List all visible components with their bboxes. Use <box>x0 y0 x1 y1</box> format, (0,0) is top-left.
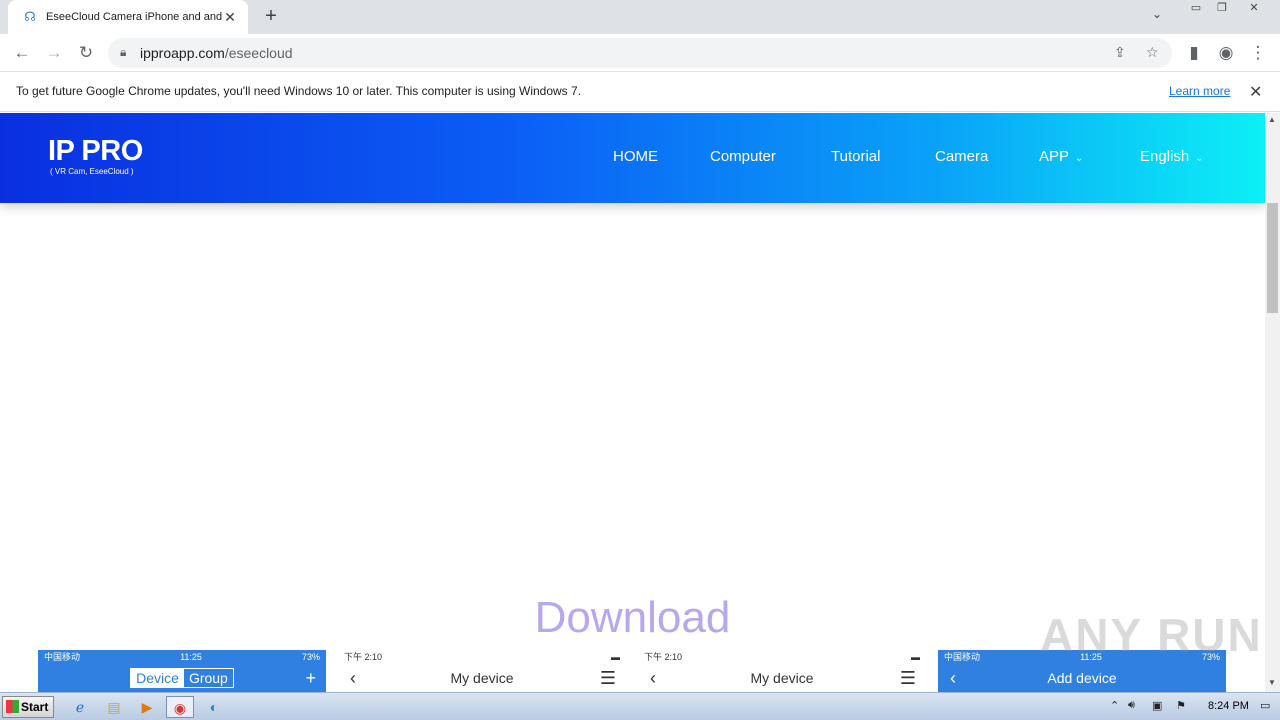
url-host: ipproapp.com <box>140 45 225 61</box>
page-viewport: IP PRO ( VR Cam, EseeCloud ) HOME Comput… <box>0 113 1265 692</box>
carrier-label: 中国移动 <box>44 652 81 662</box>
windows-logo-icon <box>6 700 19 713</box>
page-scrollbar[interactable]: ▲ ▼ <box>1265 113 1280 692</box>
hamburger-menu-icon: ☰ <box>599 668 616 688</box>
tab-strip: ☊ EseeCloud Camera iPhone and android ✕ … <box>0 0 1280 34</box>
nav-computer[interactable]: Computer <box>710 148 776 165</box>
device-tab-label: Device <box>131 669 184 687</box>
scroll-up-arrow-icon[interactable]: ▲ <box>1268 115 1276 124</box>
menu-kebab-icon[interactable]: ⋮ <box>1246 42 1270 64</box>
url-text[interactable]: ipproapp.com/eseecloud <box>140 45 293 61</box>
nav-app-label: APP <box>1039 148 1070 165</box>
plus-icon: + <box>305 668 316 688</box>
nav-camera[interactable]: Camera <box>935 148 988 165</box>
bookmark-star-icon[interactable]: ☆ <box>1146 44 1159 61</box>
profile-avatar-icon[interactable]: ◉ <box>1214 42 1238 64</box>
carrier-label: 中国移动 <box>944 652 981 662</box>
nav-tutorial[interactable]: Tutorial <box>831 148 880 165</box>
device-group-toggle: Device Group <box>130 668 234 688</box>
share-icon[interactable]: ⇪ <box>1114 44 1126 61</box>
close-window-button[interactable]: ✕ <box>1241 0 1267 18</box>
scrollbar-thumb[interactable] <box>1267 203 1278 313</box>
phone-nav-bar: ‹ Add device <box>938 664 1226 692</box>
browser-toolbar: ← → ↻ 🔒︎ ipproapp.com/eseecloud ⇪ ☆ ▮ ◉ … <box>0 34 1280 72</box>
close-tab-icon[interactable]: ✕ <box>222 9 238 26</box>
media-player-icon[interactable]: ▶ <box>133 696 161 718</box>
battery-icon: ▬ <box>911 652 920 662</box>
back-chevron-icon: ‹ <box>350 668 356 688</box>
restore-window-button[interactable]: ❐ <box>1209 0 1235 18</box>
site-logo[interactable]: IP PRO ( VR Cam, EseeCloud ) <box>48 135 143 177</box>
group-tab-label: Group <box>188 670 228 686</box>
phone-time: 下午 2:10 <box>344 652 383 662</box>
show-desktop-icon[interactable]: ▭ <box>1260 699 1270 712</box>
battery-level: 73% <box>301 652 320 662</box>
address-bar[interactable]: 🔒︎ ipproapp.com/eseecloud ⇪ ☆ <box>108 38 1172 68</box>
chevron-down-icon: ⌄ <box>1075 153 1084 164</box>
chevron-down-icon: ⌄ <box>1195 153 1204 164</box>
forward-arrow-icon[interactable]: → <box>42 42 66 64</box>
app-screenshot-device-list: 中国移动 11:25 73% Device Group + <box>38 650 326 692</box>
file-explorer-icon[interactable]: ▤ <box>100 696 128 718</box>
phone-nav-bar: ‹ My device ☰ <box>338 664 626 692</box>
site-favicon-icon: ☊ <box>24 9 36 24</box>
tab-search-chevron-icon[interactable]: ⌄ <box>1152 7 1162 21</box>
phone-status-bar: 下午 2:10 ▬ <box>338 650 626 664</box>
phone-time: 11:25 <box>180 652 202 662</box>
nav-language-label: English <box>1140 148 1190 165</box>
learn-more-link[interactable]: Learn more <box>1169 84 1230 98</box>
phone-screen-title: My device <box>450 670 514 686</box>
tab-title: EseeCloud Camera iPhone and android <box>46 11 222 23</box>
internet-explorer-icon[interactable]: ℯ <box>66 696 94 718</box>
action-center-flag-icon[interactable]: ⚑ <box>1176 699 1186 712</box>
network-icon[interactable]: ▣ <box>1152 699 1162 712</box>
phone-status-bar: 中国移动 11:25 73% <box>38 650 326 664</box>
battery-icon: ▬ <box>611 652 620 662</box>
logo-subtitle: ( VR Cam, EseeCloud ) <box>50 167 134 176</box>
app-screenshot-my-device-2: 下午 2:10 ▬ ‹ My device ☰ <box>638 650 926 692</box>
back-chevron-icon: ‹ <box>650 668 656 688</box>
lock-icon[interactable]: 🔒︎ <box>120 45 126 60</box>
update-infobar: To get future Google Chrome updates, you… <box>0 72 1280 112</box>
chrome-taskbar-icon[interactable]: ◉ <box>166 696 194 718</box>
tray-expand-icon[interactable]: ⌃ <box>1110 699 1119 712</box>
phone-time: 下午 2:10 <box>644 652 683 662</box>
close-infobar-icon[interactable]: ✕ <box>1249 82 1262 102</box>
edge-icon[interactable]: ◐ <box>200 696 228 718</box>
nav-app[interactable]: APP ⌄ <box>1039 148 1083 165</box>
reload-icon[interactable]: ↻ <box>74 42 98 64</box>
start-label: Start <box>21 700 49 714</box>
hamburger-menu-icon: ☰ <box>899 668 916 688</box>
app-screenshot-my-device: 下午 2:10 ▬ ‹ My device ☰ <box>338 650 626 692</box>
phone-status-bar: 下午 2:10 ▬ <box>638 650 926 664</box>
phone-screen-title: My device <box>750 670 814 686</box>
phone-screen-title: Add device <box>1047 670 1117 686</box>
logo-title: IP PRO <box>48 135 143 167</box>
phone-nav-bar: Device Group + <box>38 664 326 692</box>
windows-taskbar: Start ℯ ▤ ▶ ◉ ◐ ⌃ 🔊︎ ▣ ⚑ 8:24 PM ▭ <box>0 692 1280 720</box>
url-path: /eseecloud <box>224 45 293 61</box>
back-arrow-icon[interactable]: ← <box>10 42 34 64</box>
side-panel-icon[interactable]: ▮ <box>1182 42 1206 64</box>
site-header: IP PRO ( VR Cam, EseeCloud ) HOME Comput… <box>0 113 1265 203</box>
nav-language[interactable]: English ⌄ <box>1140 148 1204 165</box>
nav-home[interactable]: HOME <box>613 148 658 165</box>
volume-icon[interactable]: 🔊︎ <box>1128 699 1135 712</box>
taskbar-clock[interactable]: 8:24 PM <box>1208 700 1249 712</box>
infobar-message: To get future Google Chrome updates, you… <box>16 84 582 98</box>
browser-tab[interactable]: ☊ EseeCloud Camera iPhone and android ✕ <box>8 0 248 34</box>
anyrun-watermark: ANY RUN <box>1040 609 1263 661</box>
minimize-window-button[interactable]: ▭ <box>1183 0 1209 18</box>
new-tab-button[interactable]: + <box>260 6 282 28</box>
phone-nav-bar: ‹ My device ☰ <box>638 664 926 692</box>
scroll-down-arrow-icon[interactable]: ▼ <box>1268 678 1276 687</box>
start-button[interactable]: Start <box>2 696 54 718</box>
back-chevron-icon: ‹ <box>950 668 956 688</box>
